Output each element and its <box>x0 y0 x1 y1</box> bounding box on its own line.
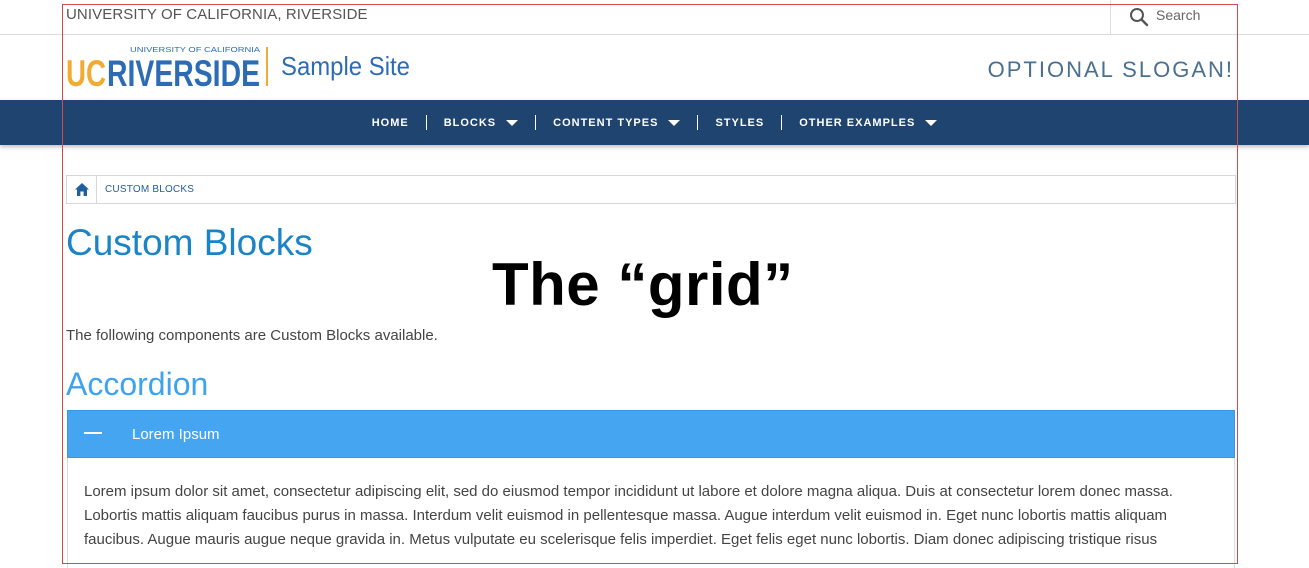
main-nav: HOME BLOCKS CONTENT TYPES STYLES OTHER E… <box>0 100 1309 145</box>
nav-blocks[interactable]: BLOCKS <box>427 117 535 129</box>
nav-blocks-label: BLOCKS <box>443 116 497 129</box>
breadcrumb-current: CUSTOM BLOCKS <box>105 184 195 195</box>
accordion-body: Lorem ipsum dolor sit amet, consectetur … <box>67 458 1235 568</box>
logo-small: UNIVERSITY OF CALIFORNIA <box>130 47 260 54</box>
nav-other-examples-label: OTHER EXAMPLES <box>799 116 916 129</box>
site-header: UC RIVERSIDE UNIVERSITY OF CALIFORNIA Sa… <box>0 35 1309 100</box>
nav-home-label: HOME <box>371 116 409 129</box>
caret-down-icon <box>925 119 938 126</box>
accordion-header[interactable]: Lorem Ipsum <box>67 410 1235 458</box>
caret-down-icon <box>668 119 681 126</box>
page-title: Custom Blocks <box>66 222 313 263</box>
nav-other-examples[interactable]: OTHER EXAMPLES <box>782 117 954 129</box>
site-name[interactable]: Sample Site <box>281 51 410 82</box>
slogan: OPTIONAL SLOGAN! <box>987 57 1234 82</box>
nav-content-types[interactable]: CONTENT TYPES <box>536 117 697 129</box>
university-link[interactable]: UNIVERSITY OF CALIFORNIA, RIVERSIDE <box>66 6 368 23</box>
breadcrumb: CUSTOM BLOCKS <box>66 175 1236 204</box>
grid-overlay-label: The “grid” <box>492 251 794 318</box>
logo-riverside: RIVERSIDE <box>107 53 260 88</box>
home-icon <box>75 183 89 196</box>
search-icon <box>1130 8 1149 27</box>
accordion-title: Lorem Ipsum <box>132 426 220 443</box>
breadcrumb-home[interactable] <box>67 176 97 203</box>
collapse-icon <box>84 432 102 434</box>
section-title: Accordion <box>66 366 209 402</box>
intro-text: The following components are Custom Bloc… <box>66 327 438 344</box>
ucr-logo[interactable]: UC RIVERSIDE UNIVERSITY OF CALIFORNIA <box>66 44 272 88</box>
top-bar: UNIVERSITY OF CALIFORNIA, RIVERSIDE Sear… <box>0 0 1309 35</box>
search-label: Search <box>1156 7 1201 23</box>
nav-styles[interactable]: STYLES <box>698 117 781 129</box>
caret-down-icon <box>506 119 519 126</box>
search-button[interactable]: Search <box>1110 0 1239 34</box>
nav-home[interactable]: HOME <box>355 117 426 129</box>
nav-content-types-label: CONTENT TYPES <box>553 116 659 129</box>
accordion-text: Lorem ipsum dolor sit amet, consectetur … <box>84 483 1173 548</box>
nav-styles-label: STYLES <box>715 116 765 129</box>
logo-uc: UC <box>66 53 106 88</box>
